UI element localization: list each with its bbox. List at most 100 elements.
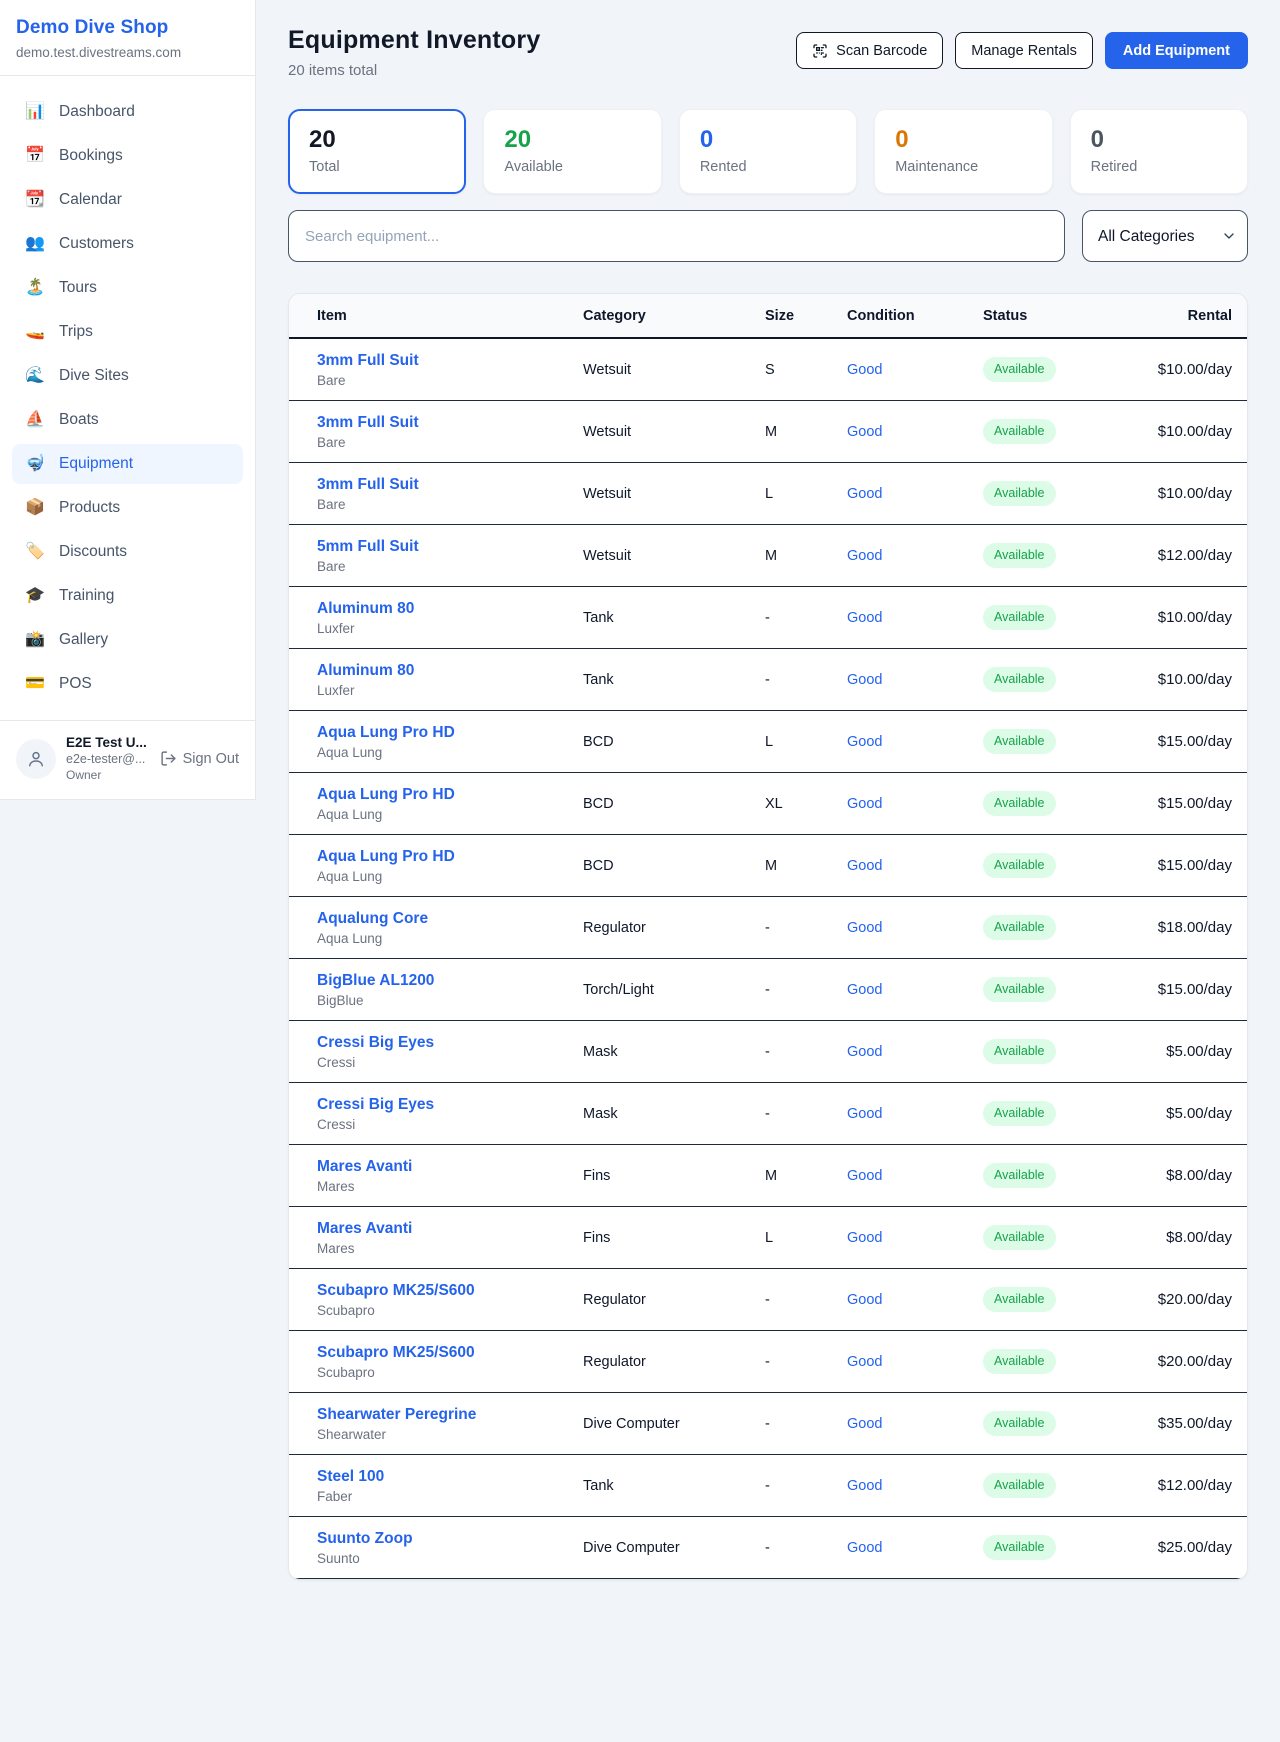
logout-icon (160, 750, 177, 767)
table-body: 3mm Full Suit Bare Wetsuit S Good Availa… (289, 339, 1247, 1579)
sidebar-item-discounts[interactable]: 🏷️ Discounts (12, 532, 243, 572)
stat-card-maintenance[interactable]: 0 Maintenance (874, 109, 1052, 194)
rental-cell: $12.00/day (1153, 1477, 1232, 1494)
size-cell: M (765, 858, 847, 874)
category-select[interactable]: All Categories (1082, 210, 1248, 262)
item-link[interactable]: Suunto Zoop (317, 1530, 413, 1548)
item-link[interactable]: Cressi Big Eyes (317, 1096, 434, 1114)
condition-link[interactable]: Good (847, 796, 882, 812)
condition-link[interactable]: Good (847, 920, 882, 936)
condition-link[interactable]: Good (847, 362, 882, 378)
sidebar-item-dive-sites[interactable]: 🌊 Dive Sites (12, 356, 243, 396)
condition-link[interactable]: Good (847, 982, 882, 998)
sidebar-item-gallery[interactable]: 📸 Gallery (12, 620, 243, 660)
sidebar-nav: 📊 Dashboard 📅 Bookings 📆 Calendar 👥 Cust… (0, 76, 255, 716)
item-link[interactable]: Scubapro MK25/S600 (317, 1344, 475, 1362)
item-link[interactable]: Aqua Lung Pro HD (317, 848, 455, 866)
sidebar-item-training[interactable]: 🎓 Training (12, 576, 243, 616)
page-title: Equipment Inventory (288, 26, 540, 55)
item-link[interactable]: BigBlue AL1200 (317, 972, 434, 990)
item-link[interactable]: Aluminum 80 (317, 662, 414, 680)
column-header-condition: Condition (847, 308, 983, 324)
sidebar-item-label: Dashboard (59, 103, 135, 121)
add-equipment-button[interactable]: Add Equipment (1105, 32, 1248, 69)
sidebar-item-boats[interactable]: ⛵ Boats (12, 400, 243, 440)
condition-link[interactable]: Good (847, 1106, 882, 1122)
category-cell: Regulator (583, 1354, 765, 1370)
sidebar-item-products[interactable]: 📦 Products (12, 488, 243, 528)
search-input[interactable] (288, 210, 1065, 262)
stat-card-rented[interactable]: 0 Rented (679, 109, 857, 194)
condition-link[interactable]: Good (847, 734, 882, 750)
sidebar-item-tours[interactable]: 🏝️ Tours (12, 268, 243, 308)
sidebar-item-dashboard[interactable]: 📊 Dashboard (12, 92, 243, 132)
item-link[interactable]: Steel 100 (317, 1468, 384, 1486)
item-link[interactable]: Aqua Lung Pro HD (317, 786, 455, 804)
table-row: Scubapro MK25/S600 Scubapro Regulator - … (289, 1331, 1247, 1393)
category-cell: Tank (583, 610, 765, 626)
filter-row: All Categories (288, 210, 1248, 262)
sidebar-item-customers[interactable]: 👥 Customers (12, 224, 243, 264)
table-row: Aluminum 80 Luxfer Tank - Good Available… (289, 649, 1247, 711)
rental-cell: $15.00/day (1153, 857, 1232, 874)
sidebar-item-calendar[interactable]: 📆 Calendar (12, 180, 243, 220)
category-select-wrap: All Categories (1082, 210, 1248, 262)
column-header-category: Category (583, 308, 765, 324)
item-link[interactable]: Aluminum 80 (317, 600, 414, 618)
size-cell: L (765, 1230, 847, 1246)
status-badge: Available (983, 1287, 1056, 1312)
category-cell: Torch/Light (583, 982, 765, 998)
condition-link[interactable]: Good (847, 1354, 882, 1370)
condition-link[interactable]: Good (847, 424, 882, 440)
category-cell: Dive Computer (583, 1416, 765, 1432)
item-link[interactable]: Scubapro MK25/S600 (317, 1282, 475, 1300)
condition-link[interactable]: Good (847, 486, 882, 502)
stat-card-retired[interactable]: 0 Retired (1070, 109, 1248, 194)
equipment-table: ItemCategorySizeConditionStatusRental 3m… (288, 293, 1248, 1580)
item-link[interactable]: Aqua Lung Pro HD (317, 724, 455, 742)
manage-rentals-button[interactable]: Manage Rentals (955, 32, 1093, 69)
item-link[interactable]: Cressi Big Eyes (317, 1034, 434, 1052)
item-link[interactable]: Mares Avanti (317, 1220, 412, 1238)
rental-cell: $5.00/day (1153, 1105, 1232, 1122)
item-link[interactable]: Mares Avanti (317, 1158, 412, 1176)
sidebar-item-pos[interactable]: 💳 POS (12, 664, 243, 704)
stat-label: Maintenance (895, 159, 1031, 175)
sign-out-label: Sign Out (183, 751, 239, 767)
category-cell: Mask (583, 1106, 765, 1122)
scan-barcode-button[interactable]: Scan Barcode (796, 32, 943, 69)
item-link[interactable]: Shearwater Peregrine (317, 1406, 476, 1424)
stat-card-total[interactable]: 20 Total (288, 109, 466, 194)
condition-link[interactable]: Good (847, 1230, 882, 1246)
item-brand: Shearwater (317, 1427, 583, 1442)
item-link[interactable]: 5mm Full Suit (317, 538, 419, 556)
sidebar-item-trips[interactable]: 🚤 Trips (12, 312, 243, 352)
avatar (16, 739, 56, 779)
stat-card-available[interactable]: 20 Available (483, 109, 661, 194)
sidebar-item-equipment[interactable]: 🤿 Equipment (12, 444, 243, 484)
item-link[interactable]: 3mm Full Suit (317, 414, 419, 432)
condition-link[interactable]: Good (847, 858, 882, 874)
item-link[interactable]: 3mm Full Suit (317, 352, 419, 370)
condition-link[interactable]: Good (847, 548, 882, 564)
condition-link[interactable]: Good (847, 672, 882, 688)
item-link[interactable]: 3mm Full Suit (317, 476, 419, 494)
condition-link[interactable]: Good (847, 610, 882, 626)
condition-link[interactable]: Good (847, 1478, 882, 1494)
item-link[interactable]: Aqualung Core (317, 910, 428, 928)
condition-link[interactable]: Good (847, 1044, 882, 1060)
size-cell: - (765, 920, 847, 936)
sidebar-user-card: E2E Test U... e2e-tester@... Owner Sign … (0, 720, 255, 800)
stat-label: Total (309, 159, 445, 175)
condition-link[interactable]: Good (847, 1540, 882, 1556)
condition-link[interactable]: Good (847, 1168, 882, 1184)
category-cell: Wetsuit (583, 486, 765, 502)
sign-out-button[interactable]: Sign Out (160, 750, 239, 767)
condition-link[interactable]: Good (847, 1292, 882, 1308)
people-icon: 👥 (24, 236, 46, 252)
sidebar-item-bookings[interactable]: 📅 Bookings (12, 136, 243, 176)
user-email: e2e-tester@... (66, 752, 150, 766)
condition-link[interactable]: Good (847, 1416, 882, 1432)
main-content: Equipment Inventory 20 items total Scan … (288, 0, 1248, 1580)
stat-value: 0 (895, 127, 1031, 153)
